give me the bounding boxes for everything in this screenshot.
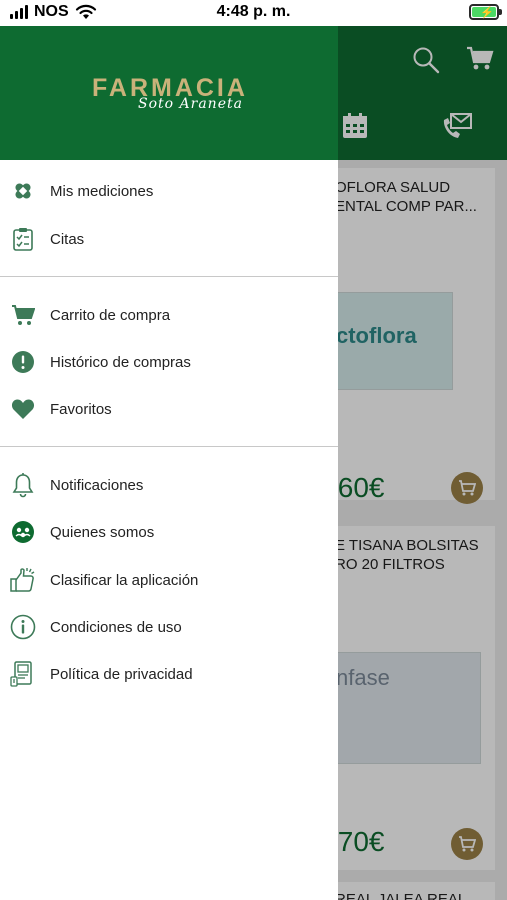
side-drawer: FARMACIA Soto Araneta Mis mediciones Cit… [0,26,338,900]
menu-item-label: Mis mediciones [50,182,154,200]
menu-item-quienes-somos[interactable]: Quienes somos [0,509,338,555]
menu-divider [0,446,338,447]
status-bar: NOS 4:48 p. m. ⚡ [0,0,507,26]
team-icon [10,519,36,545]
menu-item-label: Clasificar la aplicación [50,571,199,589]
heart-icon [10,396,36,422]
menu-item-mis-mediciones[interactable]: Mis mediciones [0,168,338,214]
menu-item-favoritos[interactable]: Favoritos [0,386,338,432]
menu-item-carrito[interactable]: Carrito de compra [0,292,338,338]
menu-item-notificaciones[interactable]: Notificaciones [0,462,338,508]
menu-item-condiciones[interactable]: Condiciones de uso [0,604,338,650]
menu-item-clasificar[interactable]: Clasificar la aplicación [0,557,338,603]
bell-icon [10,472,36,498]
battery-icon: ⚡ [469,4,502,20]
cart-icon [10,302,36,328]
menu-item-label: Quienes somos [50,523,155,541]
bandage-icon [10,178,36,204]
alert-circle-icon [10,349,36,375]
drawer-header: FARMACIA Soto Araneta [0,26,338,160]
info-icon [10,614,36,640]
thumbs-up-icon [10,567,36,593]
menu-item-label: Política de privacidad [50,665,193,683]
status-time: 4:48 p. m. [216,3,291,20]
menu-item-label: Notificaciones [50,476,144,494]
menu-item-privacidad[interactable]: Política de privacidad [0,651,338,697]
menu-item-label: Histórico de compras [50,353,191,371]
menu-item-citas[interactable]: Citas [0,216,338,262]
menu-item-label: Carrito de compra [50,306,171,324]
brand-subname: Soto Araneta [138,96,243,112]
policy-icon [10,661,36,687]
menu-item-label: Citas [50,230,85,248]
clipboard-check-icon [10,226,36,252]
menu-divider [0,276,338,277]
menu-item-label: Condiciones de uso [50,618,182,636]
menu-item-historico[interactable]: Histórico de compras [0,339,338,385]
menu-item-label: Favoritos [50,400,112,418]
